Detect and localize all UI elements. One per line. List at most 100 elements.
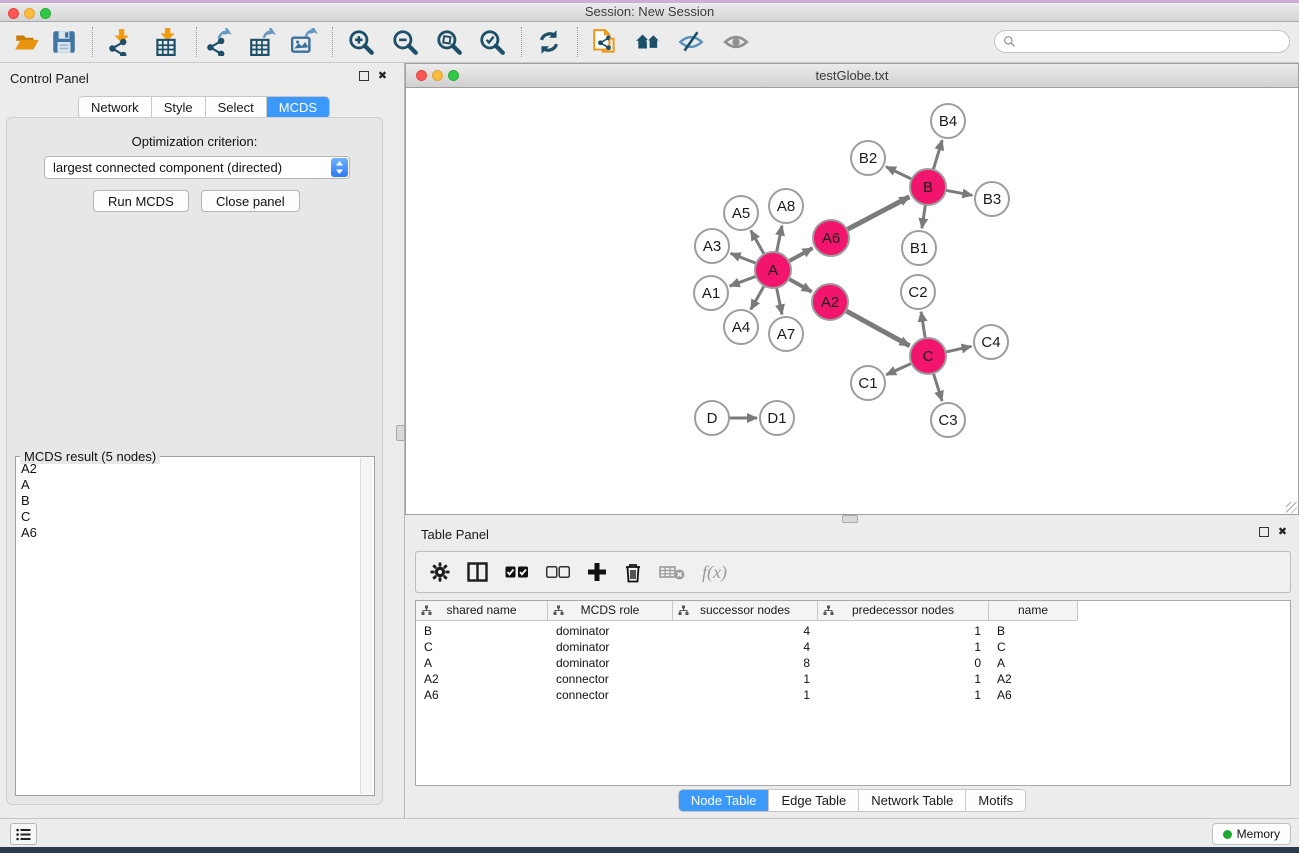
node-b1[interactable]: B1 <box>902 231 936 265</box>
node-a4[interactable]: A4 <box>724 310 758 344</box>
run-mcds-button[interactable]: Run MCDS <box>93 190 189 212</box>
node-a2[interactable]: A2 <box>812 284 848 320</box>
close-panel-button[interactable]: Close panel <box>201 190 300 212</box>
import-network-button[interactable] <box>103 25 137 59</box>
select-all-button[interactable] <box>505 560 529 584</box>
zoom-selected-button[interactable] <box>475 25 509 59</box>
edge-A6-B[interactable] <box>847 197 909 230</box>
node-b3[interactable]: B3 <box>975 182 1009 216</box>
node-b2[interactable]: B2 <box>851 141 885 175</box>
zoom-network-button[interactable] <box>448 70 459 81</box>
zoom-fit-button[interactable] <box>432 25 466 59</box>
edge-A-A4[interactable] <box>751 286 764 310</box>
criterion-dropdown[interactable]: largest connected component (directed) <box>44 156 350 179</box>
edge-A-A3[interactable] <box>731 253 757 263</box>
close-panel-icon[interactable]: ✖ <box>377 71 388 82</box>
search-input[interactable] <box>1016 32 1289 51</box>
tab-network-table[interactable]: Network Table <box>859 790 966 811</box>
node-c[interactable]: C <box>910 338 946 374</box>
float-table-panel-icon[interactable] <box>1259 527 1270 538</box>
node-b[interactable]: B <box>910 169 946 205</box>
column-header-name[interactable]: name <box>989 601 1078 621</box>
edge-B-B2[interactable] <box>886 167 912 179</box>
node-a[interactable]: A <box>755 252 791 288</box>
open-file-button[interactable] <box>10 25 44 59</box>
node-c3[interactable]: C3 <box>931 403 965 437</box>
result-scrollbar[interactable] <box>360 458 373 794</box>
edge-A2-C[interactable] <box>846 311 910 346</box>
new-network-from-selection-button[interactable] <box>588 25 622 59</box>
column-header-mcds-role[interactable]: MCDS role <box>548 601 673 621</box>
edge-C-C2[interactable] <box>921 312 925 338</box>
edge-C-C3[interactable] <box>933 373 942 401</box>
table-row-a6[interactable]: A6connector11A6 <box>416 687 1078 703</box>
edge-A-A1[interactable] <box>730 276 756 286</box>
edge-A-A6[interactable] <box>789 248 813 261</box>
column-header-shared-name[interactable]: shared name <box>416 601 548 621</box>
show-all-button[interactable] <box>719 25 753 59</box>
close-table-panel-icon[interactable]: ✖ <box>1277 527 1288 538</box>
column-header-successor-nodes[interactable]: successor nodes <box>673 601 818 621</box>
node-d1[interactable]: D1 <box>760 401 794 435</box>
tab-node-table[interactable]: Node Table <box>679 790 770 811</box>
export-image-button[interactable] <box>287 25 321 59</box>
search-field[interactable] <box>994 30 1290 53</box>
table-settings-button[interactable] <box>430 560 450 584</box>
node-c4[interactable]: C4 <box>974 325 1008 359</box>
node-a6[interactable]: A6 <box>813 220 849 256</box>
close-window-button[interactable] <box>8 8 19 19</box>
tab-select[interactable]: Select <box>206 97 267 118</box>
tab-motifs[interactable]: Motifs <box>966 790 1025 811</box>
column-header-predecessor-nodes[interactable]: predecessor nodes <box>818 601 989 621</box>
zoom-out-button[interactable] <box>388 25 422 59</box>
node-a5[interactable]: A5 <box>724 196 758 230</box>
float-panel-icon[interactable] <box>359 71 370 82</box>
tab-network[interactable]: Network <box>79 97 152 118</box>
delete-column-button[interactable] <box>624 560 642 584</box>
edge-A-A2[interactable] <box>789 279 812 292</box>
zoom-window-button[interactable] <box>40 8 51 19</box>
minimize-network-button[interactable] <box>432 70 443 81</box>
result-item-c[interactable]: C <box>18 509 356 525</box>
refresh-layout-button[interactable] <box>532 25 566 59</box>
node-a8[interactable]: A8 <box>769 189 803 223</box>
node-d[interactable]: D <box>695 401 729 435</box>
hide-selected-button[interactable] <box>674 25 708 59</box>
table-row-b[interactable]: Bdominator41B <box>416 623 1078 639</box>
tab-edge-table[interactable]: Edge Table <box>769 790 859 811</box>
edge-C-C1[interactable] <box>886 363 911 374</box>
result-item-a6[interactable]: A6 <box>18 525 356 541</box>
vertical-splitter-handle[interactable] <box>396 425 405 441</box>
edge-A-A8[interactable] <box>777 226 782 253</box>
delete-table-button[interactable] <box>659 560 685 584</box>
result-item-b[interactable]: B <box>18 493 356 509</box>
node-c2[interactable]: C2 <box>901 275 935 309</box>
edge-C-C4[interactable] <box>946 346 972 352</box>
edge-A-A7[interactable] <box>777 288 782 315</box>
node-a3[interactable]: A3 <box>695 229 729 263</box>
edge-B-B3[interactable] <box>946 190 973 195</box>
function-builder-button[interactable]: f(x) <box>702 562 727 583</box>
table-row-a[interactable]: Adominator80A <box>416 655 1078 671</box>
horizontal-splitter-handle[interactable] <box>842 515 858 523</box>
import-table-button[interactable] <box>149 25 183 59</box>
close-network-button[interactable] <box>416 70 427 81</box>
window-resize-grip[interactable] <box>1286 502 1297 513</box>
save-session-button[interactable] <box>47 25 81 59</box>
zoom-in-button[interactable] <box>344 25 378 59</box>
table-row-c[interactable]: Cdominator41C <box>416 639 1078 655</box>
network-window-titlebar[interactable]: testGlobe.txt <box>406 64 1298 88</box>
result-item-a[interactable]: A <box>18 477 356 493</box>
export-table-button[interactable] <box>245 25 279 59</box>
task-history-button[interactable] <box>10 823 37 845</box>
result-item-a2[interactable]: A2 <box>18 461 356 477</box>
unselect-all-button[interactable] <box>546 560 570 584</box>
node-a7[interactable]: A7 <box>769 317 803 351</box>
node-a1[interactable]: A1 <box>694 276 728 310</box>
node-b4[interactable]: B4 <box>931 104 965 138</box>
network-canvas[interactable]: B4B2BB3A8A5A6A3B1AC2A1A2A4A7C4CC1DD1C3 <box>406 89 1298 514</box>
tab-style[interactable]: Style <box>152 97 206 118</box>
column-layout-button[interactable] <box>467 560 488 584</box>
table-row-a2[interactable]: A2connector11A2 <box>416 671 1078 687</box>
export-network-button[interactable] <box>202 25 236 59</box>
